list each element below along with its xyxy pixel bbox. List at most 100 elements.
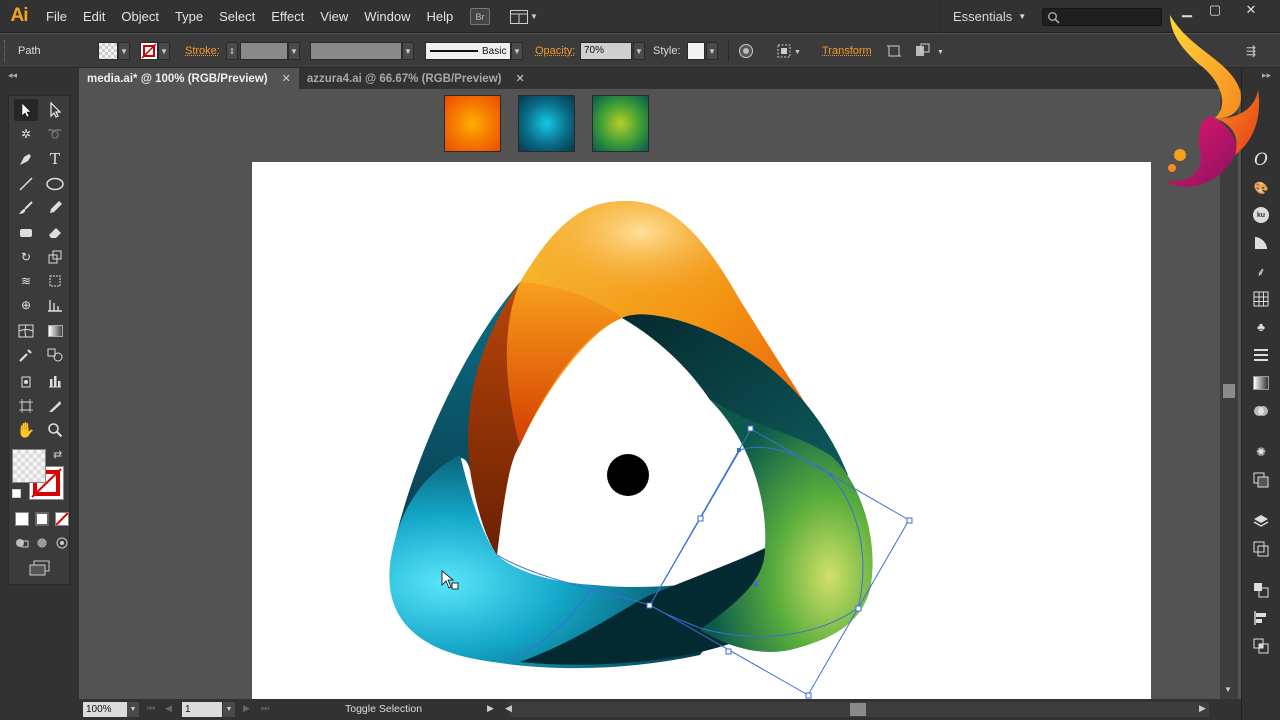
blob-brush-tool[interactable] (14, 221, 38, 243)
hand-tool[interactable]: ✋ (14, 419, 38, 441)
close-tab-icon[interactable]: ✕ (282, 72, 291, 85)
menu-window[interactable]: Window (356, 0, 418, 33)
scroll-right-icon[interactable]: ▶ (1199, 703, 1206, 714)
gradient-panel-button[interactable] (1250, 373, 1272, 393)
bridge-button[interactable]: Br (470, 8, 490, 25)
line-tool[interactable] (14, 173, 38, 195)
perspective-grid-tool[interactable] (43, 294, 67, 316)
isolate-button[interactable] (886, 43, 902, 62)
fill-dropdown[interactable]: ▼ (118, 42, 130, 60)
variable-width-profile[interactable] (310, 42, 402, 60)
stroke-weight-dropdown[interactable]: ▼ (288, 42, 300, 60)
mesh-tool[interactable] (14, 320, 38, 342)
blend-tool[interactable] (43, 344, 67, 366)
swatches-button[interactable] (1250, 233, 1272, 253)
brushes-button[interactable]: ⸙ (1250, 261, 1272, 281)
symbol-sprayer-tool[interactable] (14, 370, 38, 392)
default-colors-icon[interactable] (12, 489, 21, 498)
graphic-style-swatch[interactable] (687, 42, 705, 60)
zoom-dropdown[interactable]: ▼ (127, 702, 139, 717)
next-artboard-icon[interactable]: ▶ (243, 703, 250, 714)
help-search-input[interactable] (1042, 8, 1162, 26)
zoom-level-input[interactable]: 100% (83, 702, 127, 717)
fill-color-box[interactable] (12, 449, 46, 483)
arrange-documents-button[interactable]: ▼ (510, 8, 538, 25)
magic-wand-tool[interactable]: ✲ (14, 123, 38, 145)
recolor-artwork-button[interactable] (738, 43, 754, 62)
artboard-number-input[interactable]: 1 (182, 702, 222, 717)
direct-selection-tool[interactable] (43, 99, 67, 121)
layers-panel-button[interactable] (1250, 511, 1272, 531)
menu-object[interactable]: Object (113, 0, 167, 33)
tab-azzura4[interactable]: azzura4.ai @ 66.67% (RGB/Preview) ✕ (299, 68, 533, 89)
zoom-tool[interactable] (43, 419, 67, 441)
draw-normal-button[interactable] (14, 536, 30, 550)
horizontal-scroll-thumb[interactable] (850, 703, 866, 716)
pathfinder-panel-button[interactable] (1250, 636, 1272, 656)
swap-fill-stroke-icon[interactable]: ⇄ (53, 448, 62, 461)
gradient-mode-button[interactable] (35, 512, 49, 526)
none-mode-button[interactable] (55, 512, 69, 526)
stroke-swatch[interactable] (140, 42, 158, 60)
menu-effect[interactable]: Effect (263, 0, 312, 33)
artboard-dropdown[interactable]: ▼ (223, 702, 235, 717)
eyedropper-tool[interactable] (14, 344, 38, 366)
graphic-styles-button[interactable] (1250, 470, 1272, 490)
menu-select[interactable]: Select (211, 0, 263, 33)
status-menu-icon[interactable]: ▶ (487, 703, 494, 714)
opacity-input[interactable]: 70% (580, 42, 632, 60)
draw-inside-button[interactable] (54, 536, 70, 550)
triangle-logo-artwork[interactable] (252, 162, 1151, 699)
menu-type[interactable]: Type (167, 0, 211, 33)
profile-dropdown[interactable]: ▼ (402, 42, 414, 60)
stroke-label[interactable]: Stroke: (185, 45, 220, 57)
symbols-button[interactable] (1250, 289, 1272, 309)
eraser-tool[interactable] (43, 221, 67, 243)
arrange-options-button[interactable]: ▼ (915, 43, 947, 62)
close-tab-icon[interactable]: ✕ (515, 72, 524, 85)
opacity-dropdown[interactable]: ▼ (633, 42, 645, 60)
tab-media[interactable]: media.ai* @ 100% (RGB/Preview) ✕ (79, 68, 299, 89)
brush-definition[interactable]: Basic (425, 42, 511, 60)
workspace-switcher[interactable]: Essentials ▼ (940, 0, 1026, 33)
menu-view[interactable]: View (312, 0, 356, 33)
ellipse-tool[interactable] (43, 173, 67, 195)
opacity-label[interactable]: Opacity: (535, 45, 575, 57)
free-transform-tool[interactable] (43, 270, 67, 292)
stroke-weight-input[interactable] (240, 42, 288, 60)
last-artboard-icon[interactable]: ⏭ (261, 703, 269, 714)
rotate-tool[interactable]: ↻ (14, 246, 38, 268)
kuler-button[interactable]: ku (1250, 205, 1272, 225)
scroll-left-icon[interactable]: ◀ (505, 703, 512, 714)
collapse-toolbox-icon[interactable]: ◂◂ (8, 70, 17, 81)
transparency-panel-button[interactable] (1250, 401, 1272, 421)
slice-tool[interactable] (43, 395, 67, 417)
menu-help[interactable]: Help (418, 0, 461, 33)
previous-artboard-icon[interactable]: ◀ (165, 703, 172, 714)
stroke-panel-button[interactable] (1250, 345, 1272, 365)
pencil-tool[interactable] (43, 197, 67, 219)
vertical-scroll-thumb[interactable] (1223, 384, 1235, 398)
type-tool[interactable]: T (43, 148, 67, 170)
grip-handle[interactable] (4, 40, 7, 62)
transform-link[interactable]: Transform (822, 45, 872, 57)
orange-gradient-swatch[interactable] (444, 95, 501, 152)
column-graph-tool[interactable] (43, 370, 67, 392)
screen-mode-button[interactable] (29, 560, 51, 579)
align-to-button[interactable]: ▼ (776, 43, 802, 62)
width-tool[interactable]: ≋ (14, 270, 38, 292)
lasso-tool[interactable]: ➰ (43, 123, 67, 145)
horizontal-scrollbar[interactable]: ◀ ▶ (505, 702, 1209, 717)
first-artboard-icon[interactable]: ⏮ (147, 703, 155, 714)
menu-edit[interactable]: Edit (75, 0, 113, 33)
gradient-tool[interactable] (43, 320, 67, 342)
cyan-gradient-swatch[interactable] (518, 95, 575, 152)
artboard-tool[interactable] (14, 395, 38, 417)
scroll-down-icon[interactable]: ▼ (1224, 685, 1232, 694)
shape-builder-tool[interactable]: ⊕ (14, 294, 38, 316)
style-dropdown[interactable]: ▼ (706, 42, 718, 60)
appearance-panel-button[interactable]: ✺ (1250, 442, 1272, 462)
draw-behind-button[interactable] (34, 536, 50, 550)
club-symbols-button[interactable]: ♣ (1250, 317, 1272, 337)
selection-tool[interactable] (14, 99, 38, 121)
